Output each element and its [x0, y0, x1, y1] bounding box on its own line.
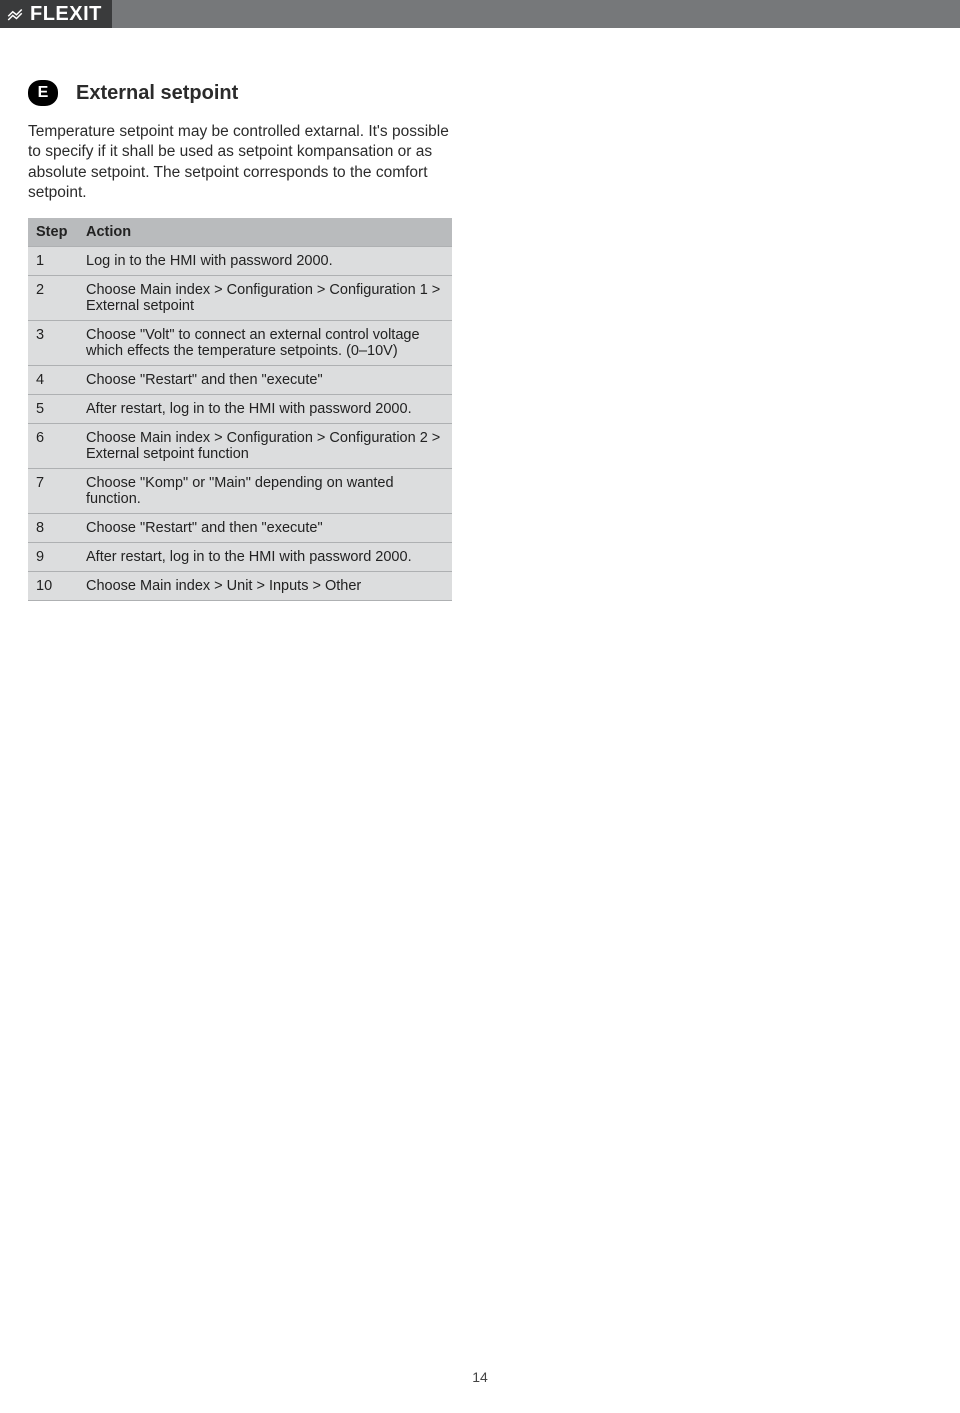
table-row: 4 Choose "Restart" and then "execute"	[28, 365, 452, 394]
cell-action: After restart, log in to the HMI with pa…	[78, 394, 452, 423]
cell-step: 10	[28, 571, 78, 600]
section-heading: E External setpoint	[28, 80, 452, 106]
cell-action: Choose Main index > Configuration > Conf…	[78, 423, 452, 468]
cell-action: Choose "Komp" or "Main" depending on wan…	[78, 468, 452, 513]
cell-step: 9	[28, 542, 78, 571]
table-row: 3 Choose "Volt" to connect an external c…	[28, 320, 452, 365]
cell-action: Choose "Volt" to connect an external con…	[78, 320, 452, 365]
table-row: 10 Choose Main index > Unit > Inputs > O…	[28, 571, 452, 600]
table-row: 7 Choose "Komp" or "Main" depending on w…	[28, 468, 452, 513]
table-header-row: Step Action	[28, 218, 452, 247]
cell-step: 4	[28, 365, 78, 394]
table-row: 2 Choose Main index > Configuration > Co…	[28, 275, 452, 320]
steps-table: Step Action 1 Log in to the HMI with pas…	[28, 218, 452, 601]
brand-block: FLEXIT	[0, 0, 112, 28]
table-row: 5 After restart, log in to the HMI with …	[28, 394, 452, 423]
cell-action: Choose "Restart" and then "execute"	[78, 513, 452, 542]
table-row: 8 Choose "Restart" and then "execute"	[28, 513, 452, 542]
section-badge: E	[28, 80, 58, 106]
col-header-step: Step	[28, 218, 78, 247]
table-row: 9 After restart, log in to the HMI with …	[28, 542, 452, 571]
table-row: 6 Choose Main index > Configuration > Co…	[28, 423, 452, 468]
brand-logo-icon	[6, 5, 24, 23]
cell-step: 1	[28, 246, 78, 275]
cell-step: 5	[28, 394, 78, 423]
cell-action: Log in to the HMI with password 2000.	[78, 246, 452, 275]
cell-step: 6	[28, 423, 78, 468]
topbar: FLEXIT	[0, 0, 960, 28]
page-number: 14	[0, 1369, 960, 1385]
section-title: External setpoint	[76, 82, 238, 105]
cell-step: 2	[28, 275, 78, 320]
cell-action: Choose "Restart" and then "execute"	[78, 365, 452, 394]
table-row: 1 Log in to the HMI with password 2000.	[28, 246, 452, 275]
brand-name: FLEXIT	[30, 3, 102, 26]
cell-step: 3	[28, 320, 78, 365]
cell-action: After restart, log in to the HMI with pa…	[78, 542, 452, 571]
cell-step: 7	[28, 468, 78, 513]
cell-step: 8	[28, 513, 78, 542]
col-header-action: Action	[78, 218, 452, 247]
cell-action: Choose Main index > Unit > Inputs > Othe…	[78, 571, 452, 600]
cell-action: Choose Main index > Configuration > Conf…	[78, 275, 452, 320]
section-intro: Temperature setpoint may be controlled e…	[28, 122, 452, 204]
